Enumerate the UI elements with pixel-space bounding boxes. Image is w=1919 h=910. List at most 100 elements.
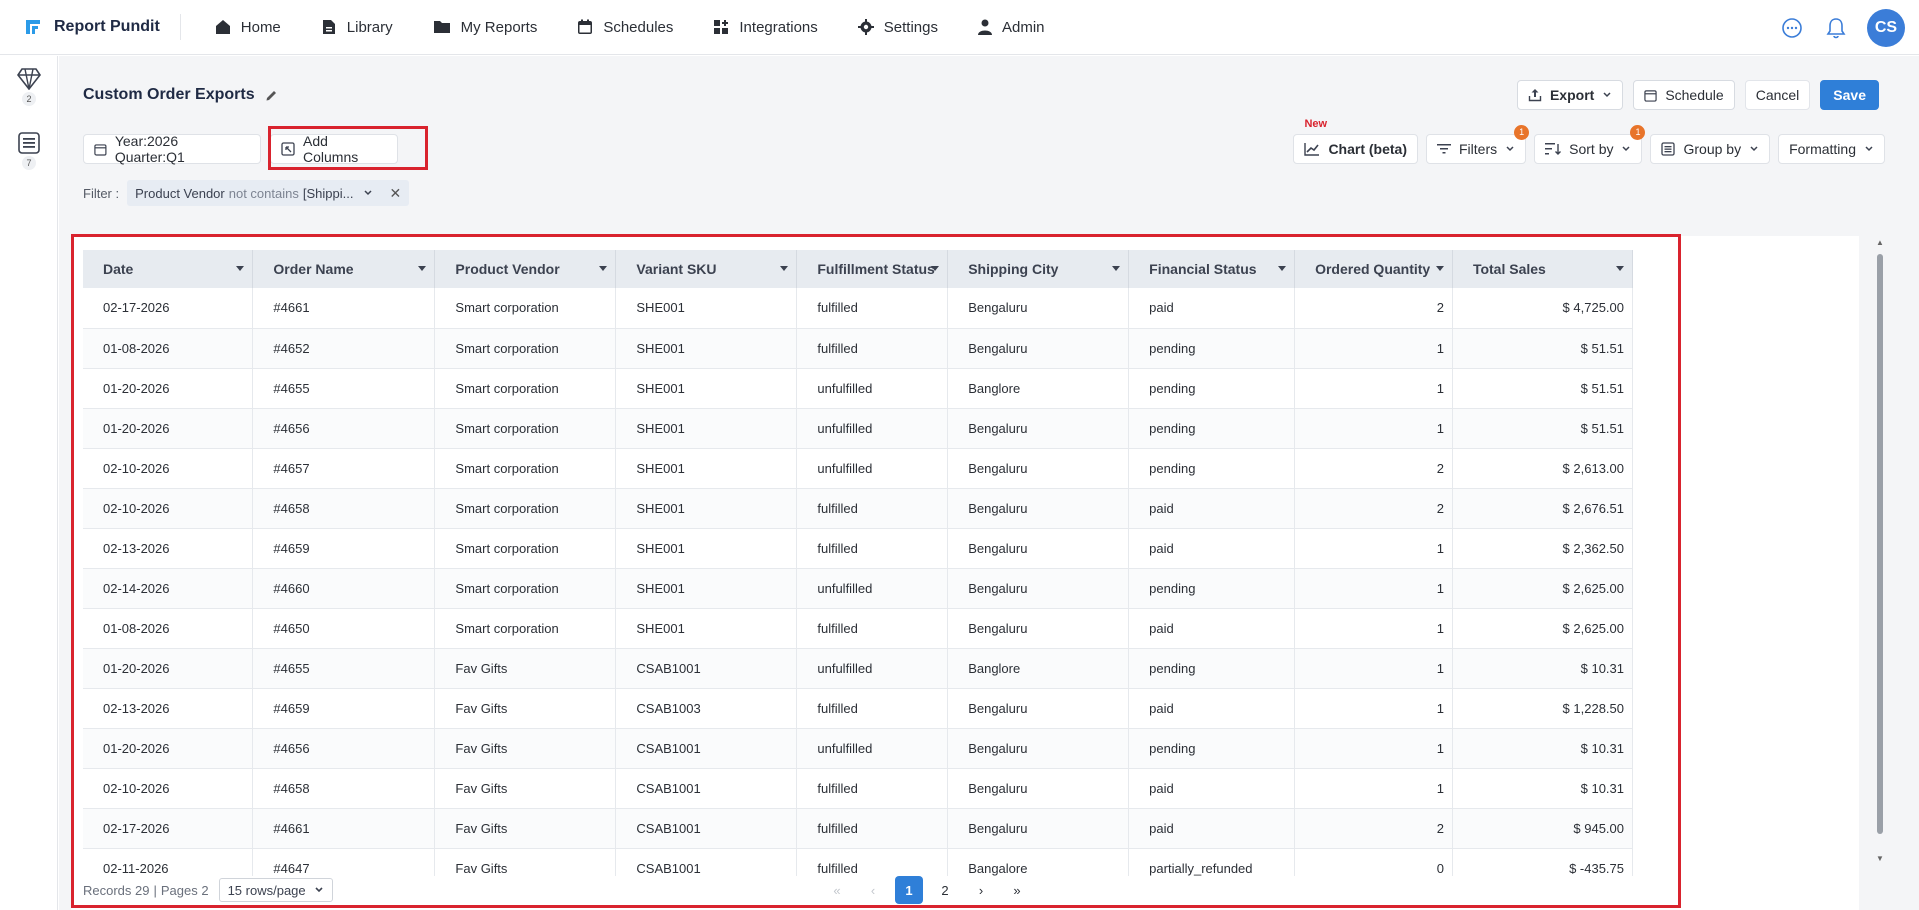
page-scrollbar[interactable] <box>1904 56 1919 910</box>
close-icon[interactable]: ✕ <box>389 185 401 202</box>
nav-library[interactable]: Library <box>301 0 413 55</box>
column-header[interactable]: Financial Status <box>1128 250 1296 288</box>
rail-item-reports[interactable]: 7 <box>0 132 58 170</box>
sort-caret-icon[interactable] <box>236 266 245 272</box>
sort-caret-icon[interactable] <box>418 266 427 272</box>
scroll-down-arrow[interactable]: ▼ <box>1876 854 1884 863</box>
table-cell: unfulfilled <box>796 648 949 689</box>
report-actions: Export Schedule Cancel Save <box>1507 80 1879 110</box>
column-header[interactable]: Total Sales <box>1452 250 1633 288</box>
filter-label: Filter : <box>83 185 120 201</box>
table-row[interactable]: 02-17-2026 #4661 Fav Gifts CSAB1001 fulfille… <box>83 808 1633 849</box>
sort-caret-icon[interactable] <box>1616 266 1624 272</box>
chat-button[interactable] <box>1779 15 1805 41</box>
scroll-up-arrow[interactable]: ▲ <box>1876 238 1884 247</box>
pencil-icon[interactable] <box>265 88 279 102</box>
add-columns-button[interactable]: Add Columns <box>270 133 398 165</box>
table-cell: Smart corporation <box>434 408 617 449</box>
column-header[interactable]: Date <box>83 250 254 288</box>
brand[interactable]: Report Pundit <box>24 14 181 40</box>
export-button[interactable]: Export <box>1516 80 1624 110</box>
rail-item-templates[interactable]: 2 <box>0 68 58 106</box>
save-button[interactable]: Save <box>1820 80 1879 110</box>
column-header[interactable]: Ordered Quantity <box>1294 250 1453 288</box>
table-row[interactable]: 02-17-2026 #4661 Smart corporation SHE001 fu… <box>83 288 1633 329</box>
filter-pill[interactable]: Product Vendor not contains [Shippi... ✕ <box>127 180 410 206</box>
nav-integrations[interactable]: Integrations <box>693 0 837 55</box>
sort-caret-icon[interactable] <box>1278 266 1287 272</box>
column-header-label: Product Vendor <box>455 261 560 277</box>
sort-button[interactable]: 1 Sort by <box>1534 125 1646 164</box>
filter-value: [Shippi... <box>302 185 354 201</box>
table-row[interactable]: 01-08-2026 #4652 Smart corporation SHE001 fu… <box>83 328 1633 369</box>
table-row[interactable]: 01-20-2026 #4656 Smart corporation SHE001 un… <box>83 408 1633 449</box>
sort-caret-icon[interactable] <box>780 266 789 272</box>
nav-schedules-label: Schedules <box>603 18 674 36</box>
schedule-button[interactable]: Schedule <box>1633 80 1735 110</box>
first-page-button[interactable]: « <box>823 876 851 904</box>
nav-home[interactable]: Home <box>195 0 301 55</box>
column-header[interactable]: Fulfillment Status <box>796 250 949 288</box>
last-page-button[interactable]: » <box>1003 876 1031 904</box>
table-row[interactable]: 01-20-2026 #4655 Smart corporation SHE001 un… <box>83 368 1633 409</box>
formatting-button[interactable]: Formatting <box>1778 134 1885 164</box>
filters-button[interactable]: 1 Filters <box>1426 125 1530 164</box>
notifications-button[interactable] <box>1823 15 1849 41</box>
table-row[interactable]: 01-08-2026 #4650 Smart corporation SHE001 fu… <box>83 608 1633 649</box>
table-cell: paid <box>1128 688 1296 729</box>
table-row[interactable]: 02-10-2026 #4658 Fav Gifts CSAB1001 fulfille… <box>83 768 1633 809</box>
table-row[interactable]: 02-10-2026 #4658 Smart corporation SHE001 fu… <box>83 488 1633 529</box>
table-cell: Smart corporation <box>434 448 617 489</box>
nav-schedules[interactable]: Schedules <box>557 0 693 55</box>
sort-caret-icon[interactable] <box>599 266 608 272</box>
table-cell: Fav Gifts <box>434 728 617 769</box>
sort-caret-icon[interactable] <box>1435 266 1444 272</box>
table-row[interactable]: 01-20-2026 #4656 Fav Gifts CSAB1001 unfulfil… <box>83 728 1633 769</box>
nav-settings[interactable]: Settings <box>838 0 958 55</box>
sort-caret-icon[interactable] <box>1112 266 1121 272</box>
table-cell: unfulfilled <box>796 728 949 769</box>
column-header[interactable]: Variant SKU <box>615 250 798 288</box>
column-header[interactable]: Product Vendor <box>434 250 617 288</box>
page-1-button[interactable]: 1 <box>895 876 923 904</box>
new-tag: New <box>1304 118 1328 130</box>
table-scrollbar[interactable]: ▲ ▼ <box>1876 238 1884 866</box>
page-2-button[interactable]: 2 <box>931 876 959 904</box>
main-content: Custom Order Exports Export Schedule Can… <box>59 56 1919 910</box>
table-cell: #4658 <box>252 488 436 529</box>
table-cell: $ 2,625.00 <box>1452 568 1633 609</box>
cancel-button[interactable]: Cancel <box>1744 80 1811 110</box>
table-cell: $ 2,625.00 <box>1452 608 1633 649</box>
table-cell: 01-20-2026 <box>83 648 254 689</box>
table-cell: Bengaluru <box>947 528 1130 569</box>
rows-per-page-select[interactable]: 15 rows/page <box>218 878 333 902</box>
user-avatar[interactable]: CS <box>1867 8 1905 47</box>
table-cell: Smart corporation <box>434 488 617 529</box>
column-header[interactable]: Shipping City <box>947 250 1130 288</box>
nav-admin[interactable]: Admin <box>958 0 1065 55</box>
next-page-button[interactable]: › <box>967 876 995 904</box>
table-body: 02-17-2026 #4661 Smart corporation SHE001 fu… <box>83 288 1633 876</box>
table-row[interactable]: 02-10-2026 #4657 Smart corporation SHE001 un… <box>83 448 1633 489</box>
column-header-label: Order Name <box>273 261 354 277</box>
table-cell: Fav Gifts <box>434 808 617 849</box>
table-row[interactable]: 02-13-2026 #4659 Smart corporation SHE001 fu… <box>83 528 1633 569</box>
nav-my-reports[interactable]: My Reports <box>413 0 558 55</box>
table-cell: Smart corporation <box>434 608 617 649</box>
sort-caret-icon[interactable] <box>931 266 940 272</box>
report-table-panel: Date Order Name Product Vendor Variant SKU F… <box>71 234 1859 910</box>
prev-page-button[interactable]: ‹ <box>859 876 887 904</box>
scrollbar-thumb[interactable] <box>1877 254 1883 834</box>
chart-button[interactable]: New Chart (beta) <box>1293 118 1418 164</box>
table-row[interactable]: 01-20-2026 #4655 Fav Gifts CSAB1001 unfulfil… <box>83 648 1633 689</box>
group-by-button[interactable]: Group by <box>1650 134 1771 164</box>
table-cell: pending <box>1128 368 1296 409</box>
report-title-row: Custom Order Exports <box>83 86 279 104</box>
line-chart-icon <box>1304 143 1320 156</box>
period-label: Year:2026 Quarter:Q1 <box>114 133 185 165</box>
table-row[interactable]: 02-14-2026 #4660 Smart corporation SHE001 un… <box>83 568 1633 609</box>
period-filter-chip[interactable]: Year:2026 Quarter:Q1 <box>83 133 261 165</box>
column-header[interactable]: Order Name <box>252 250 436 288</box>
integrations-icon <box>714 20 729 34</box>
table-row[interactable]: 02-13-2026 #4659 Fav Gifts CSAB1003 fulfille… <box>83 688 1633 729</box>
